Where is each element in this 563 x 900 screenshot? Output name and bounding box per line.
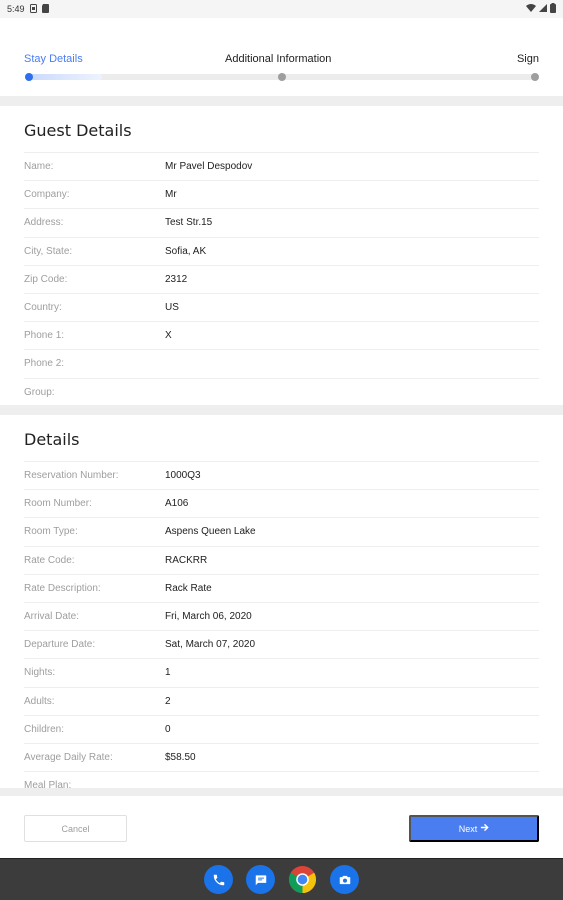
detail-value: US (165, 302, 179, 314)
detail-label: Name: (24, 161, 54, 173)
detail-value: Mr Pavel Despodov (165, 161, 253, 173)
chrome-icon[interactable] (288, 865, 317, 894)
detail-label: Rate Description: (24, 582, 101, 594)
step-additional-information[interactable]: Additional Information (225, 53, 331, 65)
detail-row: Room Number: A106 (24, 489, 539, 517)
storage-icon (41, 3, 49, 15)
section-divider (0, 788, 563, 796)
messages-icon[interactable] (246, 865, 275, 894)
detail-row: Nights: 1 (24, 658, 539, 686)
progress-stepper: Stay Details Additional Information Sign (0, 18, 563, 96)
step-dot-active (25, 73, 33, 81)
camera-icon[interactable] (330, 865, 359, 894)
detail-row: Adults: 2 (24, 686, 539, 715)
detail-row: Arrival Date: Fri, March 06, 2020 (24, 601, 539, 630)
cancel-button[interactable]: Cancel (24, 815, 127, 842)
detail-value: Mr (165, 189, 177, 201)
wifi-icon (526, 4, 536, 14)
detail-label: Children: (24, 723, 65, 735)
detail-row: Reservation Number: 1000Q3 (24, 461, 539, 489)
detail-value: RACKRR (165, 554, 208, 566)
detail-label: Arrival Date: (24, 611, 80, 623)
detail-label: Company: (24, 189, 70, 201)
section-title-guest-details: Guest Details (24, 121, 132, 140)
detail-value: Sofia, AK (165, 245, 207, 257)
next-button[interactable]: Next (409, 815, 539, 842)
detail-value: Fri, March 06, 2020 (165, 611, 252, 623)
detail-row: Rate Code: RACKRR (24, 545, 539, 574)
detail-value: 2312 (165, 273, 188, 285)
sim-icon (29, 3, 37, 15)
detail-value: X (165, 330, 172, 342)
detail-row: Group: (24, 377, 539, 406)
detail-label: Group: (24, 386, 55, 398)
status-time: 5:49 (7, 4, 25, 14)
signal-icon (539, 4, 547, 14)
detail-value: Aspens Queen Lake (165, 526, 256, 538)
detail-label: Adults: (24, 695, 55, 707)
detail-value: 1000Q3 (165, 470, 201, 482)
detail-value: 2 (165, 695, 171, 707)
detail-label: Phone 1: (24, 330, 65, 342)
detail-row: Country: US (24, 292, 539, 321)
detail-label: Rate Code: (24, 554, 75, 566)
detail-row: Phone 2: (24, 349, 539, 377)
detail-row: Meal Plan: (24, 771, 539, 788)
detail-label: Meal Plan: (24, 780, 72, 788)
detail-value: Rack Rate (165, 582, 212, 594)
detail-value: Test Str.15 (165, 217, 213, 229)
section-divider (0, 96, 563, 106)
next-button-label: Next (458, 823, 478, 834)
detail-row: Children: 0 (24, 714, 539, 743)
detail-label: Reservation Number: (24, 470, 119, 482)
guest-details-section: Guest Details Name: Mr Pavel Despodov Comp… (0, 106, 563, 405)
detail-value: Sat, March 07, 2020 (165, 639, 256, 651)
detail-value: 0 (165, 723, 171, 735)
detail-label: Departure Date: (24, 639, 96, 651)
detail-value: 1 (165, 667, 171, 679)
detail-label: Nights: (24, 667, 56, 679)
detail-row: Zip Code: 2312 (24, 264, 539, 293)
detail-label: Room Type: (24, 526, 78, 538)
detail-value: A106 (165, 498, 189, 510)
detail-row: City, State: Sofia, AK (24, 236, 539, 265)
step-dot (531, 73, 539, 81)
detail-row: Company: Mr (24, 180, 539, 208)
detail-row: Average Daily Rate: $58.50 (24, 742, 539, 771)
step-dot (278, 73, 286, 81)
detail-row: Address: Test Str.15 (24, 208, 539, 236)
detail-label: Phone 2: (24, 358, 65, 370)
details-list: Reservation Number: 1000Q3 Room Number: A10… (24, 461, 539, 788)
detail-row: Rate Description: Rack Rate (24, 573, 539, 602)
detail-label: Country: (24, 302, 62, 314)
detail-label: City, State: (24, 245, 73, 257)
detail-label: Address: (24, 217, 64, 229)
arrow-right-icon (480, 823, 489, 834)
progress-fill (27, 74, 102, 80)
status-bar: 5:49 (0, 0, 563, 18)
battery-icon (550, 3, 556, 15)
detail-label: Zip Code: (24, 273, 68, 285)
details-section: Details Reservation Number: 1000Q3 Room Nu… (0, 415, 563, 788)
detail-row: Phone 1: X (24, 321, 539, 349)
detail-row: Room Type: Aspens Queen Lake (24, 517, 539, 545)
detail-row: Departure Date: Sat, March 07, 2020 (24, 630, 539, 658)
detail-label: Room Number: (24, 498, 92, 510)
guest-details-list: Name: Mr Pavel Despodov Company: Mr Address:… (24, 152, 539, 406)
detail-value: $58.50 (165, 751, 196, 763)
detail-row: Name: Mr Pavel Despodov (24, 152, 539, 180)
phone-icon[interactable] (204, 865, 233, 894)
step-sign[interactable]: Sign (517, 53, 539, 65)
system-dock (0, 858, 563, 900)
step-stay-details[interactable]: Stay Details (24, 53, 83, 65)
footer-actions: Cancel Next (0, 796, 563, 858)
section-title-details: Details (24, 430, 80, 449)
section-divider (0, 405, 563, 415)
detail-label: Average Daily Rate: (24, 751, 113, 763)
